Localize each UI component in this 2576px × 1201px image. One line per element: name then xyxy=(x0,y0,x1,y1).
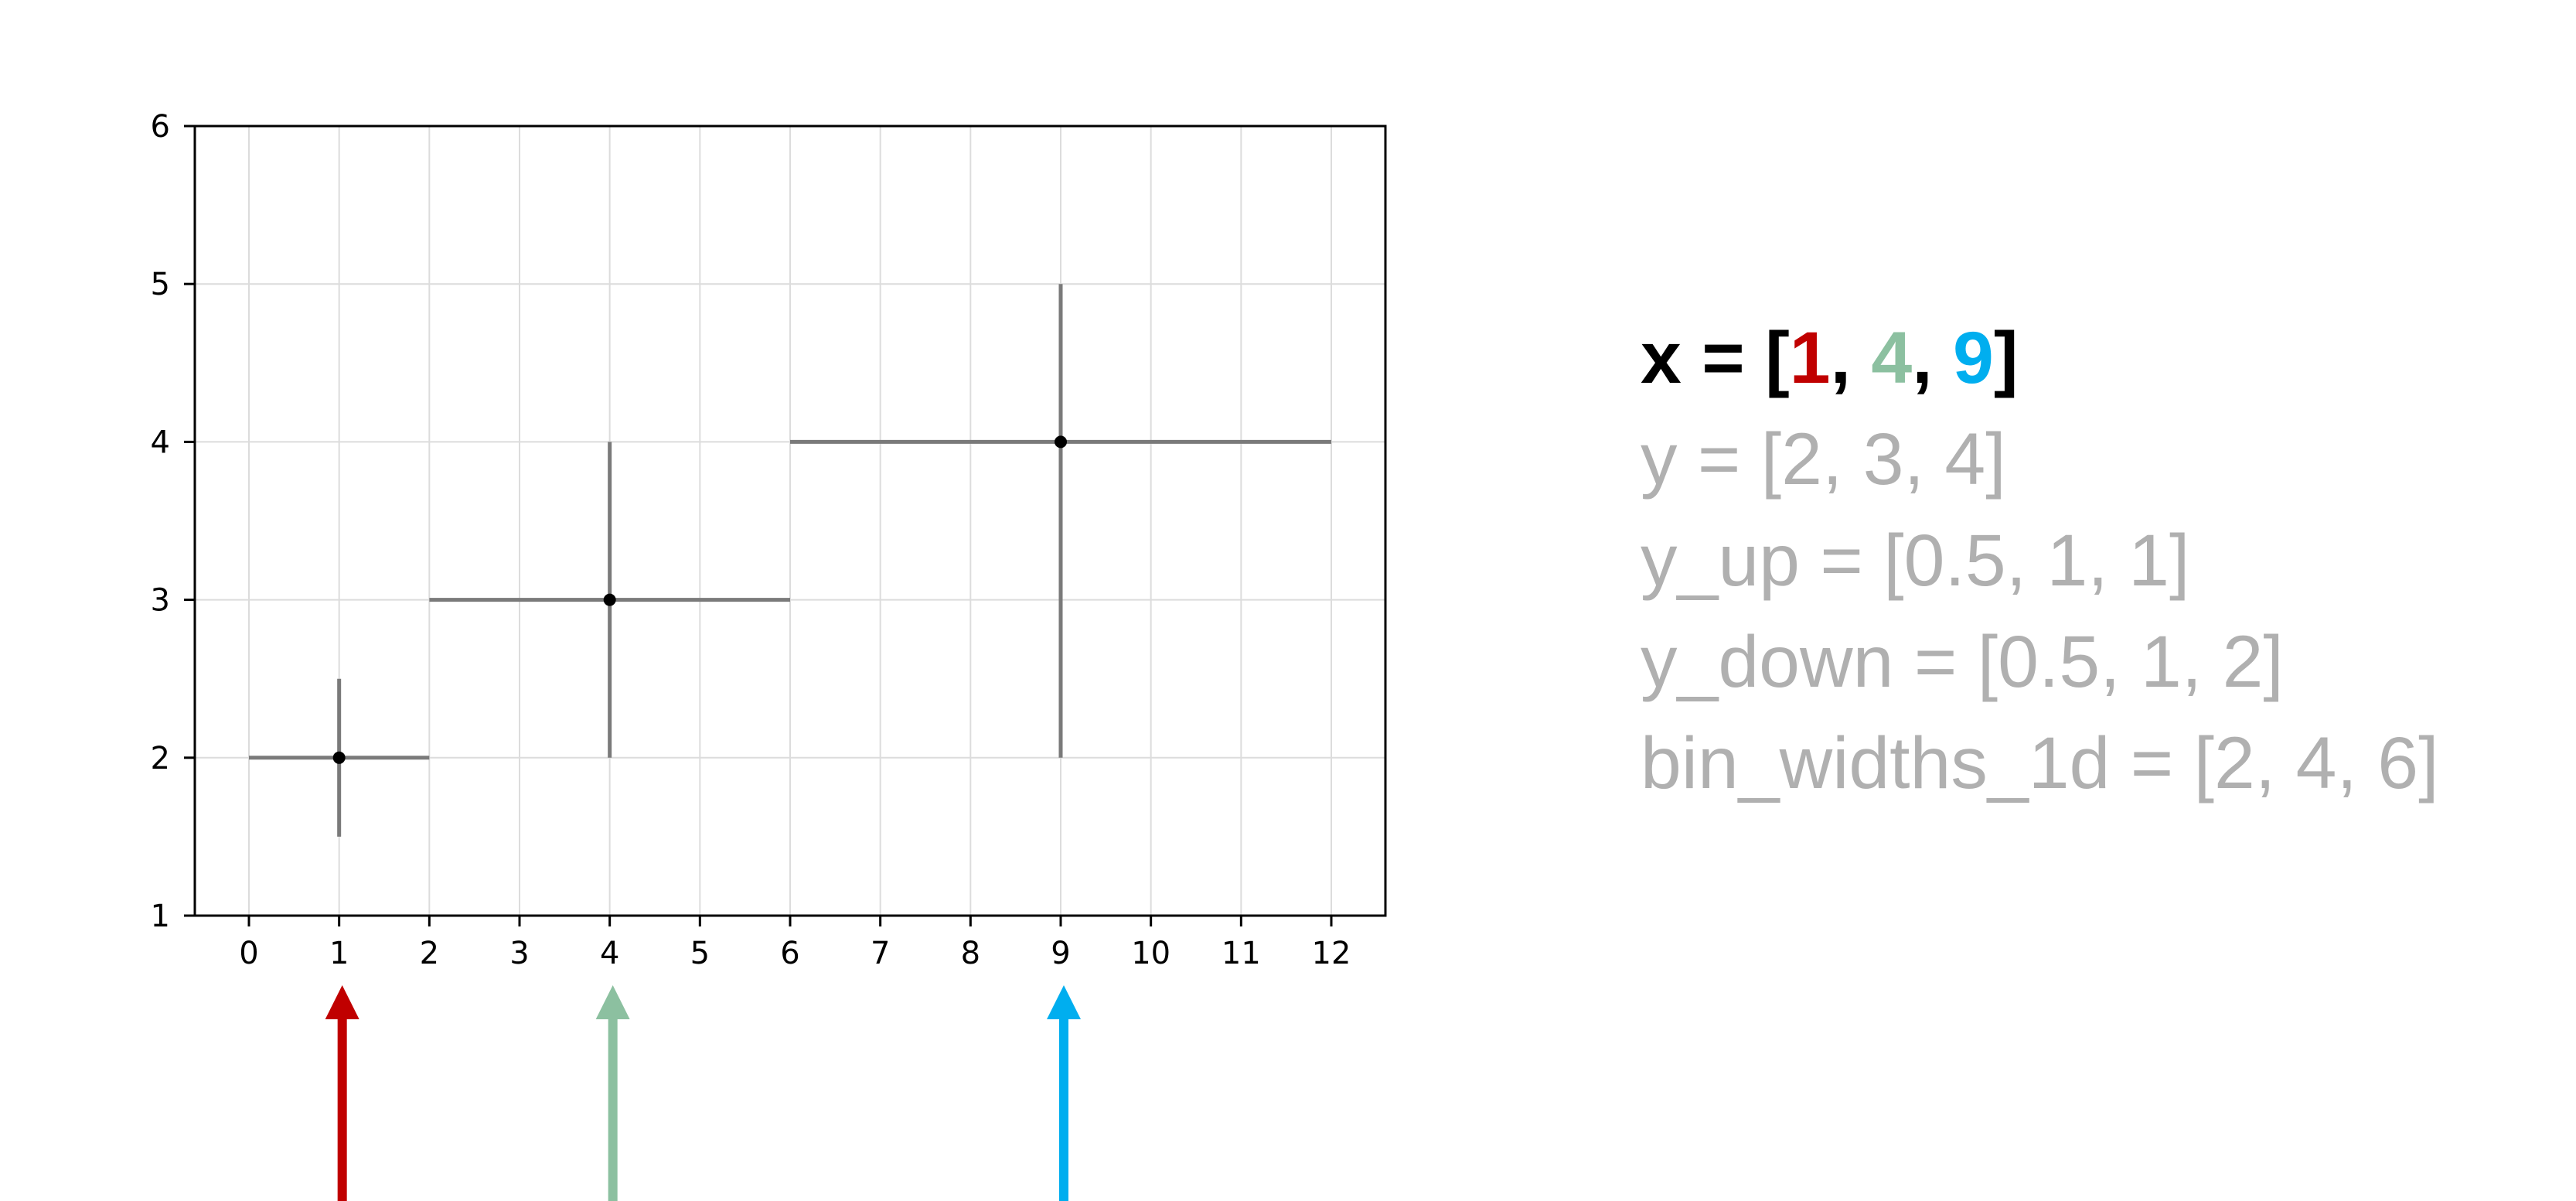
x-tick-label: 0 xyxy=(239,936,258,971)
y-tick-labels: 1 2 3 4 5 6 xyxy=(151,109,170,934)
x-tick-label: 10 xyxy=(1131,936,1170,971)
code-x-prefix: x = [ xyxy=(1641,317,1790,399)
x-tick-label: 1 xyxy=(329,936,349,971)
y-tick-label: 3 xyxy=(151,583,170,619)
code-x-sep-2: , xyxy=(1912,317,1954,399)
x-tick-label: 8 xyxy=(961,936,980,971)
code-line-bin-widths: bin_widths_1d = [2, 4, 6] xyxy=(1641,722,2439,804)
code-x-sep-1: , xyxy=(1830,317,1872,399)
data-point-1 xyxy=(332,751,346,764)
x-tick-label: 2 xyxy=(420,936,439,971)
grid-lines xyxy=(195,125,1385,916)
code-x-val-3: 9 xyxy=(1953,317,1994,399)
x-tick-label: 9 xyxy=(1051,936,1070,971)
code-x-suffix: ] xyxy=(1993,317,2019,399)
y-tick-label: 6 xyxy=(151,109,170,145)
code-line-x: x = [1, 4, 9] xyxy=(1641,308,2439,409)
x-tick-label: 4 xyxy=(600,936,619,971)
x-tick-label: 12 xyxy=(1312,936,1351,971)
y-tick-label: 1 xyxy=(151,899,170,934)
x-arrows xyxy=(325,985,1081,1201)
y-tick-label: 5 xyxy=(151,267,170,302)
x-tick-label: 7 xyxy=(871,936,890,971)
y-tick-label: 4 xyxy=(151,425,170,460)
code-annotation: x = [1, 4, 9] y = [2, 3, 4] y_up = [0.5,… xyxy=(1641,308,2439,814)
code-line-y: y = [2, 3, 4] xyxy=(1641,418,2006,500)
y-tick-label: 2 xyxy=(151,741,170,776)
x-tick-label: 6 xyxy=(780,936,799,971)
x-tick-label: 3 xyxy=(509,936,529,971)
code-x-val-1: 1 xyxy=(1789,317,1831,399)
arrow-head-1 xyxy=(325,985,359,1019)
arrow-head-2 xyxy=(595,985,630,1019)
code-line-y-down: y_down = [0.5, 1, 2] xyxy=(1641,621,2284,703)
x-tick-label: 5 xyxy=(690,936,710,971)
code-x-val-2: 4 xyxy=(1871,317,1913,399)
data-point-2 xyxy=(603,593,616,606)
x-tick-labels: 0 1 2 3 4 5 6 7 8 9 10 11 12 xyxy=(239,936,1351,971)
arrow-head-3 xyxy=(1047,985,1081,1019)
axes xyxy=(184,125,1387,926)
code-line-y-up: y_up = [0.5, 1, 1] xyxy=(1641,520,2190,602)
x-tick-label: 11 xyxy=(1222,936,1261,971)
data-point-3 xyxy=(1055,435,1067,449)
